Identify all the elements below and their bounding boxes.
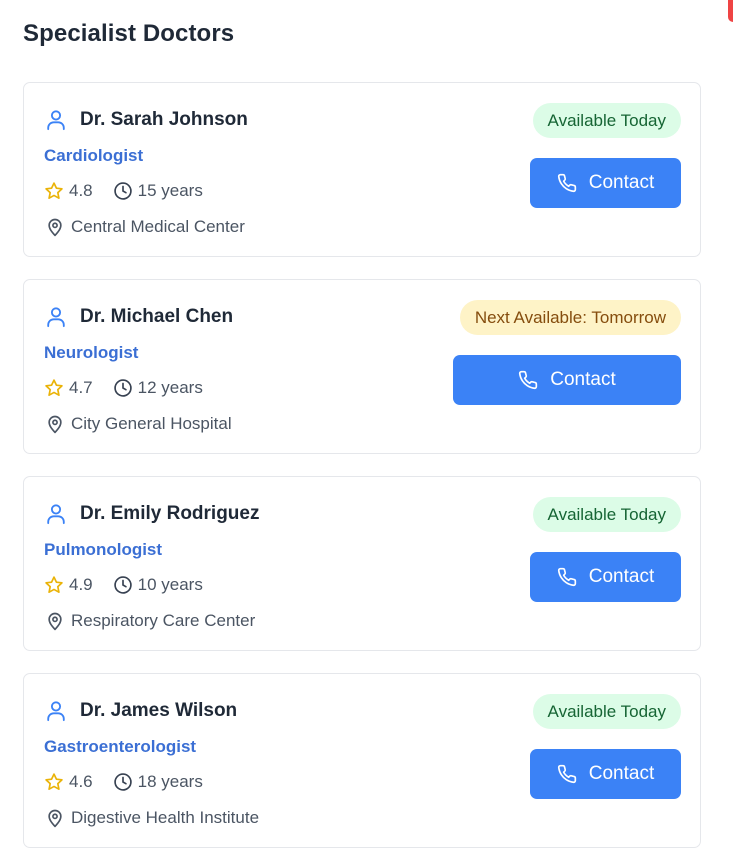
doctor-location: Central Medical Center bbox=[71, 217, 245, 236]
doctor-name-row: Dr. Emily Rodriguez bbox=[45, 500, 259, 528]
clock-icon bbox=[113, 575, 133, 595]
contact-button-label: Contact bbox=[588, 172, 655, 193]
doctor-experience: 10 years bbox=[137, 575, 203, 594]
doctors-page: Specialist Doctors Dr. Sarah Johnson Car… bbox=[0, 0, 733, 863]
clock-icon bbox=[113, 181, 133, 201]
map-pin-icon bbox=[45, 611, 65, 631]
doctor-card: Dr. Michael Chen Neurologist 4.7 12 year… bbox=[23, 279, 701, 454]
contact-button-label: Contact bbox=[550, 369, 616, 390]
doctor-location: Respiratory Care Center bbox=[71, 611, 256, 630]
contact-button-label: Contact bbox=[588, 763, 655, 784]
availability-badge: Available Today bbox=[532, 103, 681, 138]
doctor-name-row: Dr. Sarah Johnson bbox=[45, 106, 248, 134]
map-pin-icon bbox=[45, 414, 65, 434]
star-icon bbox=[44, 378, 64, 398]
doctor-card: Dr. Sarah Johnson Cardiologist 4.8 15 ye… bbox=[23, 82, 701, 257]
doctor-name: Dr. Sarah Johnson bbox=[80, 109, 248, 130]
phone-icon bbox=[557, 567, 577, 587]
user-icon bbox=[45, 503, 67, 525]
availability-badge: Available Today bbox=[532, 694, 681, 729]
availability-badge: Next Available: Tomorrow bbox=[459, 300, 681, 335]
doctor-stats: 4.8 15 years bbox=[44, 179, 203, 203]
page-title: Specialist Doctors bbox=[23, 20, 235, 47]
phone-icon bbox=[557, 764, 577, 784]
star-icon bbox=[44, 772, 64, 792]
doctor-specialty: Neurologist bbox=[44, 343, 139, 362]
doctor-location-row: Respiratory Care Center bbox=[45, 609, 255, 633]
doctor-card: Dr. James Wilson Gastroenterologist 4.6 … bbox=[23, 673, 701, 848]
map-pin-icon bbox=[45, 217, 65, 237]
doctor-experience: 15 years bbox=[137, 181, 203, 200]
doctor-rating: 4.8 bbox=[69, 181, 93, 200]
star-icon bbox=[44, 575, 64, 595]
star-icon bbox=[44, 181, 64, 201]
user-icon bbox=[45, 109, 67, 131]
doctor-specialty: Cardiologist bbox=[44, 146, 144, 165]
doctor-experience: 18 years bbox=[137, 772, 203, 791]
doctor-location-row: Central Medical Center bbox=[45, 215, 245, 239]
contact-button-label: Contact bbox=[588, 566, 655, 587]
doctor-name-row: Dr. James Wilson bbox=[45, 697, 237, 725]
doctor-rating: 4.7 bbox=[69, 378, 93, 397]
doctor-specialty: Pulmonologist bbox=[44, 540, 163, 559]
doctor-stats: 4.6 18 years bbox=[44, 770, 203, 794]
availability-badge: Available Today bbox=[532, 497, 681, 532]
user-icon bbox=[45, 700, 67, 722]
user-icon bbox=[45, 306, 67, 328]
doctor-location-row: Digestive Health Institute bbox=[45, 806, 259, 830]
phone-icon bbox=[518, 370, 538, 390]
doctor-stats: 4.9 10 years bbox=[44, 573, 203, 597]
doctor-location: City General Hospital bbox=[71, 414, 232, 433]
doctor-name: Dr. James Wilson bbox=[80, 700, 238, 721]
contact-button[interactable]: Contact bbox=[530, 552, 681, 602]
clock-icon bbox=[113, 772, 133, 792]
clock-icon bbox=[113, 378, 133, 398]
doctor-rating: 4.9 bbox=[69, 575, 93, 594]
doctor-name: Dr. Emily Rodriguez bbox=[80, 503, 260, 524]
map-pin-icon bbox=[45, 808, 65, 828]
doctor-location: Digestive Health Institute bbox=[71, 808, 260, 827]
doctor-name-row: Dr. Michael Chen bbox=[45, 303, 233, 331]
doctor-name: Dr. Michael Chen bbox=[80, 306, 234, 327]
doctor-card: Dr. Emily Rodriguez Pulmonologist 4.9 10… bbox=[23, 476, 701, 651]
contact-button[interactable]: Contact bbox=[530, 158, 681, 208]
doctor-specialty: Gastroenterologist bbox=[44, 737, 197, 756]
doctor-location-row: City General Hospital bbox=[45, 412, 232, 436]
doctor-stats: 4.7 12 years bbox=[44, 376, 203, 400]
doctor-experience: 12 years bbox=[137, 378, 203, 397]
doctor-rating: 4.6 bbox=[69, 772, 93, 791]
phone-icon bbox=[557, 173, 577, 193]
contact-button[interactable]: Contact bbox=[453, 355, 681, 405]
contact-button[interactable]: Contact bbox=[530, 749, 681, 799]
corner-tab[interactable] bbox=[728, 0, 733, 22]
